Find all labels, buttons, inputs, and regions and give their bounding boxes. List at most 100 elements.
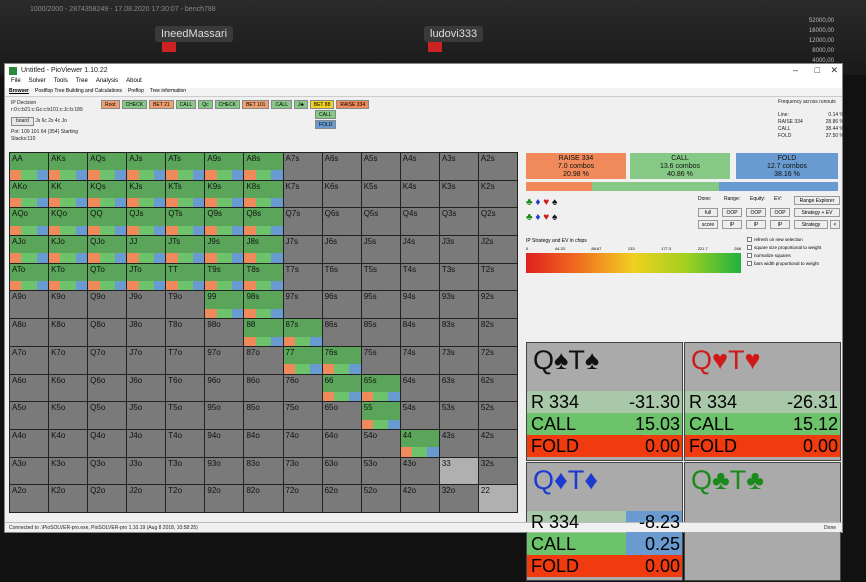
hand-cell[interactable]: QJo — [88, 236, 127, 263]
action-node[interactable]: J♣ — [293, 100, 308, 109]
hand-cell[interactable]: T9s — [205, 263, 244, 291]
ev-oop-button[interactable]: OOP — [770, 208, 790, 217]
hand-cell[interactable]: AKs — [49, 153, 88, 180]
hand-cell[interactable]: AQo — [10, 208, 49, 236]
hand-cell[interactable]: 55 — [361, 402, 400, 429]
hand-cell[interactable]: J9o — [127, 291, 166, 319]
hand-cell[interactable]: JTo — [127, 263, 166, 291]
hand-cell[interactable]: A5s — [361, 153, 400, 180]
hand-cell[interactable]: Q9s — [205, 208, 244, 236]
hand-cell[interactable]: K9o — [49, 291, 88, 319]
hand-cell[interactable]: J6s — [322, 236, 361, 263]
hand-cell[interactable]: KJo — [49, 236, 88, 263]
tab-browser[interactable]: Browser — [9, 88, 29, 96]
hand-cell[interactable]: AJs — [127, 153, 166, 180]
hand-cell[interactable]: QTs — [166, 208, 205, 236]
hand-cell[interactable]: Q6s — [322, 208, 361, 236]
hand-cell[interactable]: J7s — [283, 236, 322, 263]
hand-cell[interactable]: 86s — [322, 319, 361, 346]
hand-cell[interactable]: 94s — [400, 291, 439, 319]
hand-cell[interactable]: K8o — [49, 319, 88, 346]
menu-analysis[interactable]: Analysis — [96, 78, 118, 88]
hand-cell[interactable]: K5s — [361, 180, 400, 208]
ev-ip-button[interactable]: IP — [770, 220, 790, 229]
action-node[interactable]: CALL — [271, 100, 292, 109]
hand-cell[interactable]: T3s — [439, 263, 478, 291]
hand-cell[interactable]: 42o — [400, 485, 439, 512]
hand-cell[interactable]: T2s — [478, 263, 517, 291]
hand-cell[interactable]: T6o — [166, 374, 205, 402]
action-option[interactable]: CALL — [315, 110, 337, 119]
hand-cell[interactable]: K7s — [283, 180, 322, 208]
hand-cell[interactable]: J2o — [127, 485, 166, 512]
hand-cell[interactable]: J4o — [127, 429, 166, 457]
checkbox[interactable] — [747, 253, 752, 259]
suit-filter[interactable]: ♣ ♦ ♥ ♠ ♣ ♦ ♥ ♠ — [526, 197, 557, 223]
hand-cell[interactable]: 88 — [244, 319, 283, 346]
hand-cell[interactable]: 98o — [205, 319, 244, 346]
tab-tree-info[interactable]: Tree information — [150, 88, 186, 96]
hand-cell[interactable]: T9o — [166, 291, 205, 319]
equity-ip-button[interactable]: IP — [746, 220, 766, 229]
hand-cell[interactable]: J2s — [478, 236, 517, 263]
hand-cell[interactable]: K6s — [322, 180, 361, 208]
hand-cell[interactable]: 93o — [205, 457, 244, 485]
hand-cell[interactable]: A6o — [10, 374, 49, 402]
range-explorer-button[interactable]: Range Explorer — [794, 196, 840, 205]
hand-cell[interactable]: 53o — [361, 457, 400, 485]
checkbox[interactable] — [747, 261, 752, 267]
hand-cell[interactable]: 52o — [361, 485, 400, 512]
hand-cell[interactable]: A7o — [10, 346, 49, 374]
hand-cell[interactable]: J3o — [127, 457, 166, 485]
hand-cell[interactable]: Q5s — [361, 208, 400, 236]
hand-cell[interactable]: T5s — [361, 263, 400, 291]
hand-cell[interactable]: 76o — [283, 374, 322, 402]
hand-cell[interactable]: T6s — [322, 263, 361, 291]
hand-cell[interactable]: T8o — [166, 319, 205, 346]
hand-cell[interactable]: 77 — [283, 346, 322, 374]
hand-cell[interactable]: Q9o — [88, 291, 127, 319]
menu-solver[interactable]: Solver — [29, 78, 46, 88]
action-node[interactable]: CHECK — [214, 100, 241, 109]
hand-cell[interactable]: K8s — [244, 180, 283, 208]
hand-cell[interactable]: Q7o — [88, 346, 127, 374]
hand-cell[interactable]: 75o — [283, 402, 322, 429]
hand-cell[interactable]: 94o — [205, 429, 244, 457]
full-button[interactable]: full — [698, 208, 718, 217]
hand-cell[interactable]: 82s — [478, 319, 517, 346]
hand-cell[interactable]: QTo — [88, 263, 127, 291]
back-button[interactable]: < — [830, 220, 840, 229]
hand-cell[interactable]: 74o — [283, 429, 322, 457]
hand-cell[interactable]: K3s — [439, 180, 478, 208]
hand-cell[interactable]: QJs — [127, 208, 166, 236]
action-option[interactable]: FOLD — [315, 120, 337, 129]
hand-cell[interactable]: K3o — [49, 457, 88, 485]
hand-cell[interactable]: 85s — [361, 319, 400, 346]
hand-cell[interactable]: A8s — [244, 153, 283, 180]
hand-cell[interactable]: J6o — [127, 374, 166, 402]
hand-cell[interactable]: 44 — [400, 429, 439, 457]
hand-cell[interactable]: 72o — [283, 485, 322, 512]
hand-cell[interactable]: Q4s — [400, 208, 439, 236]
hand-cell[interactable]: K5o — [49, 402, 88, 429]
hand-detail-box[interactable]: Q♥T♥ R 334 -26.31 CALL 15.12 FOLD 0.00 — [684, 342, 841, 461]
hand-cell[interactable]: T2o — [166, 485, 205, 512]
club-icon[interactable]: ♣ — [526, 212, 533, 223]
checkbox[interactable] — [747, 245, 752, 251]
heart-icon[interactable]: ♥ — [543, 197, 549, 208]
hand-cell[interactable]: 93s — [439, 291, 478, 319]
hand-detail-box[interactable]: Q♠T♠ R 334 -31.30 CALL 15.03 FOLD 0.00 — [526, 342, 683, 461]
action-node[interactable]: CALL — [175, 100, 197, 109]
hand-cell[interactable]: K6o — [49, 374, 88, 402]
hand-cell[interactable]: 62o — [322, 485, 361, 512]
hand-cell[interactable]: Q8o — [88, 319, 127, 346]
hand-cell[interactable]: Q7s — [283, 208, 322, 236]
hand-cell[interactable]: J9s — [205, 236, 244, 263]
hand-cell[interactable]: A4o — [10, 429, 49, 457]
hand-cell[interactable]: AA — [10, 153, 49, 180]
spade-icon[interactable]: ♠ — [552, 212, 557, 223]
hand-cell[interactable]: 83s — [439, 319, 478, 346]
hand-cell[interactable]: K4s — [400, 180, 439, 208]
heart-icon[interactable]: ♥ — [543, 212, 549, 223]
hand-cell[interactable]: KJs — [127, 180, 166, 208]
